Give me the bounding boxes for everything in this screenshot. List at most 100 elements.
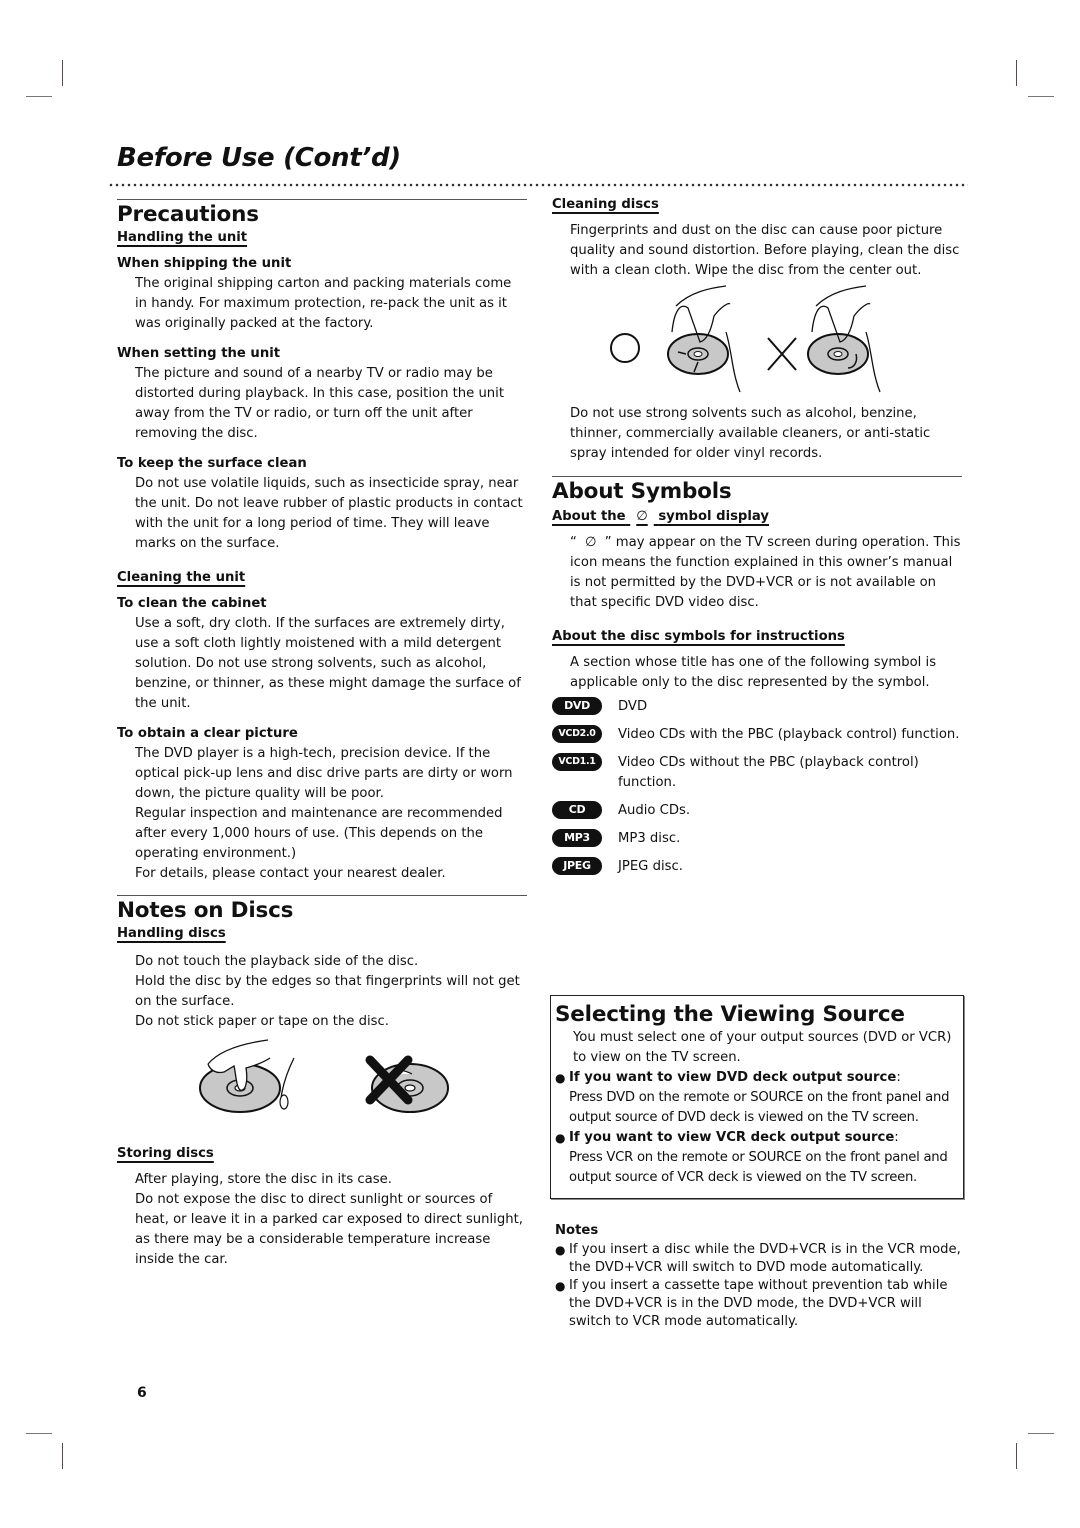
bullet-title: If you want to view VCR deck output sour… — [569, 1130, 895, 1145]
cleaning-discs-section: Cleaning discs Fingerprints and dust on … — [552, 195, 962, 281]
disc-symbol-label: Audio CDs. — [618, 803, 691, 818]
notes-on-discs-section: Notes on Discs Handling discs Do not tou… — [117, 895, 527, 1032]
cabinet-text: Use a soft, dry cloth. If the surfaces a… — [135, 616, 521, 711]
bullet-text: Press VCR on the remote or SOURCE on the… — [569, 1150, 948, 1185]
dotted-divider — [108, 183, 968, 187]
page-number: 6 — [137, 1385, 147, 1401]
crop-mark — [1028, 96, 1054, 97]
picture-text-1: The DVD player is a high-tech, precision… — [135, 746, 513, 801]
bullet-colon: : — [896, 1070, 901, 1085]
setting-text: The picture and sound of a nearby TV or … — [135, 366, 504, 441]
page-title: Before Use (Cont’d) — [117, 143, 401, 173]
bullet-colon: : — [894, 1130, 899, 1145]
notes-on-discs-heading: Notes on Discs — [117, 898, 294, 923]
handling-line-2: Hold the disc by the edges so that finge… — [135, 974, 520, 1009]
symbol-display-heading-post: symbol display — [658, 509, 769, 524]
wipe-center-out-icon — [667, 285, 741, 393]
disc-symbol-item: DVD DVD — [552, 697, 962, 717]
disc-symbol-item: VCD1.1 Video CDs without the PBC (playba… — [552, 753, 962, 793]
note-text: If you insert a disc while the DVD+VCR i… — [569, 1242, 961, 1275]
cleaning-discs-text: Fingerprints and dust on the disc can ca… — [570, 223, 960, 278]
precautions-heading: Precautions — [117, 202, 259, 227]
mp3-badge-icon: MP3 — [552, 829, 602, 847]
crop-mark — [26, 96, 52, 97]
crop-mark — [26, 1433, 52, 1434]
prohibited-icon: ∅ — [636, 509, 648, 524]
viewing-source-bullet: ● If you want to view VCR deck output so… — [555, 1128, 957, 1188]
correct-mark-icon — [610, 333, 640, 363]
crop-mark — [1016, 1443, 1017, 1469]
note-item: ● If you insert a cassette tape without … — [555, 1277, 965, 1331]
disc-symbols-text: A section whose title has one of the fol… — [570, 655, 937, 690]
disc-symbol-item: CD Audio CDs. — [552, 801, 962, 821]
disc-symbol-list: DVD DVD VCD2.0 Video CDs with the PBC (p… — [552, 697, 962, 877]
note-item: ● If you insert a disc while the DVD+VCR… — [555, 1241, 965, 1277]
vcd11-badge-icon: VCD1.1 — [552, 753, 602, 771]
jpeg-badge-icon: JPEG — [552, 857, 602, 875]
handling-discs-heading: Handling discs — [117, 926, 226, 941]
prohibited-icon: ∅ — [585, 535, 597, 550]
shipping-text: The original shipping carton and packing… — [135, 276, 512, 331]
bullet-icon: ● — [555, 1071, 566, 1085]
cleaning-discs-heading: Cleaning discs — [552, 197, 659, 212]
disc-symbol-label: DVD — [618, 699, 648, 714]
disc-symbol-label: Video CDs with the PBC (playback control… — [618, 727, 960, 742]
disc-symbol-item: JPEG JPEG disc. — [552, 857, 962, 877]
bullet-text: Press DVD on the remote or SOURCE on the… — [569, 1090, 950, 1125]
surface-text: Do not use volatile liquids, such as ins… — [135, 476, 523, 551]
cabinet-heading: To clean the cabinet — [117, 596, 267, 611]
disc-cleaning-illustration — [600, 282, 900, 402]
vcd20-badge-icon: VCD2.0 — [552, 725, 602, 743]
storing-discs-heading: Storing discs — [117, 1146, 214, 1161]
picture-text-3: For details, please contact your nearest… — [135, 866, 446, 881]
disc-symbol-item: MP3 MP3 disc. — [552, 829, 962, 849]
handling-unit-heading: Handling the unit — [117, 230, 248, 245]
shipping-heading: When shipping the unit — [117, 256, 292, 271]
about-symbols-section: About Symbols About the ∅ symbol display… — [552, 476, 962, 877]
setting-heading: When setting the unit — [117, 346, 281, 361]
disc-hold-incorrect-illustration — [362, 1030, 452, 1120]
section-rule — [552, 476, 962, 477]
disc-symbols-heading: About the disc symbols for instructions — [552, 629, 845, 644]
note-text: If you insert a cassette tape without pr… — [569, 1278, 948, 1329]
storing-line-1: After playing, store the disc in its cas… — [135, 1172, 392, 1187]
storing-line-2: Do not expose the disc to direct sunligh… — [135, 1192, 523, 1267]
section-rule — [117, 199, 527, 200]
symbol-display-text: “ ∅ ” may appear on the TV screen during… — [552, 533, 962, 613]
crop-mark — [1016, 60, 1017, 86]
handling-line-1: Do not touch the playback side of the di… — [135, 954, 419, 969]
disc-symbol-item: VCD2.0 Video CDs with the PBC (playback … — [552, 725, 962, 745]
quote-close: ” — [604, 535, 612, 550]
crop-mark — [1028, 1433, 1054, 1434]
disc-symbol-label: MP3 disc. — [618, 831, 681, 846]
handling-line-3: Do not stick paper or tape on the disc. — [135, 1014, 389, 1029]
bullet-title: If you want to view DVD deck output sour… — [569, 1070, 897, 1085]
surface-heading: To keep the surface clean — [117, 456, 307, 471]
viewing-source-heading: Selecting the Viewing Source — [555, 1002, 905, 1027]
crop-mark — [62, 60, 63, 86]
picture-heading: To obtain a clear picture — [117, 726, 298, 741]
symbol-display-body: may appear on the TV screen during opera… — [570, 535, 961, 610]
notes-section: Notes ● If you insert a disc while the D… — [555, 1221, 965, 1331]
bullet-icon: ● — [555, 1279, 566, 1293]
viewing-source-intro: You must select one of your output sourc… — [573, 1030, 952, 1065]
wipe-circular-icon — [807, 285, 881, 393]
dvd-badge-icon: DVD — [552, 697, 602, 715]
picture-text-2: Regular inspection and maintenance are r… — [135, 806, 503, 861]
notes-heading: Notes — [555, 1223, 599, 1238]
about-symbols-heading: About Symbols — [552, 479, 732, 504]
crop-mark — [62, 1443, 63, 1469]
bullet-icon: ● — [555, 1131, 566, 1145]
quote-open: “ — [570, 535, 577, 550]
viewing-source-bullet: ● If you want to view DVD deck output so… — [555, 1068, 957, 1128]
disc-symbol-label: Video CDs without the PBC (playback cont… — [618, 755, 919, 790]
section-rule — [117, 895, 527, 896]
disc-hold-correct-illustration — [198, 1030, 298, 1120]
cleaning-discs-warning-block: Do not use strong solvents such as alcoh… — [552, 404, 962, 464]
symbol-display-heading-pre: About the — [552, 509, 626, 524]
incorrect-mark-icon — [767, 337, 797, 371]
cleaning-unit-heading: Cleaning the unit — [117, 570, 246, 585]
disc-symbol-label: JPEG disc. — [618, 859, 683, 874]
symbol-display-heading: About the ∅ symbol display — [552, 507, 962, 527]
viewing-source-box: Selecting the Viewing Source You must se… — [550, 995, 964, 1199]
